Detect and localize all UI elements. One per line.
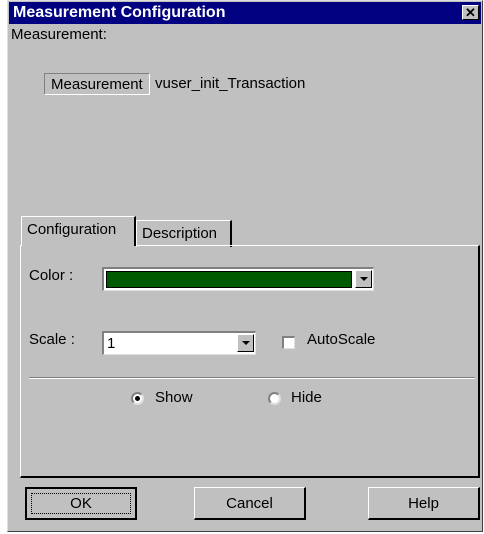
help-button[interactable]: Help: [368, 487, 480, 520]
ok-button[interactable]: OK: [25, 487, 137, 520]
close-button[interactable]: ✕: [462, 5, 479, 20]
title-bar[interactable]: Measurement Configuration ✕: [9, 2, 481, 24]
tab-description[interactable]: Description: [136, 220, 232, 247]
color-dropdown-button[interactable]: [355, 270, 372, 288]
autoscale-checkbox[interactable]: [282, 336, 295, 349]
scale-label: Scale :: [29, 331, 75, 348]
help-button-label: Help: [408, 494, 439, 512]
cancel-button[interactable]: Cancel: [194, 487, 306, 520]
focus-rectangle: [31, 493, 131, 514]
tab-configuration[interactable]: Configuration: [21, 216, 136, 246]
hide-label: Hide: [291, 389, 322, 406]
chevron-down-icon: [241, 341, 250, 345]
show-radio[interactable]: [131, 392, 144, 405]
window-title: Measurement Configuration: [13, 4, 226, 21]
scale-dropdown-button[interactable]: [237, 334, 254, 352]
chevron-down-icon: [359, 277, 368, 281]
cancel-button-label: Cancel: [226, 494, 273, 512]
tab-description-label: Description: [142, 225, 218, 242]
color-select[interactable]: [102, 267, 374, 291]
measurement-configuration-dialog: Measurement Configuration ✕ Measurement:…: [7, 0, 483, 532]
show-label: Show: [155, 389, 193, 406]
close-icon: ✕: [465, 5, 476, 20]
separator: [29, 377, 475, 379]
hide-radio[interactable]: [268, 392, 281, 405]
scale-value: 1: [107, 335, 116, 352]
autoscale-label: AutoScale: [307, 331, 376, 348]
measurement-field-label: Measurement: [44, 73, 150, 95]
configuration-panel: Color : Scale : 1 AutoScale Show Hide: [20, 245, 480, 478]
color-swatch: [106, 271, 352, 288]
tab-configuration-label: Configuration: [27, 221, 117, 238]
scale-select[interactable]: 1: [102, 331, 256, 355]
radio-selected-dot: [135, 396, 140, 401]
measurement-value: vuser_init_Transaction: [155, 75, 306, 92]
color-label: Color :: [29, 267, 74, 284]
measurement-label: Measurement:: [11, 26, 107, 43]
